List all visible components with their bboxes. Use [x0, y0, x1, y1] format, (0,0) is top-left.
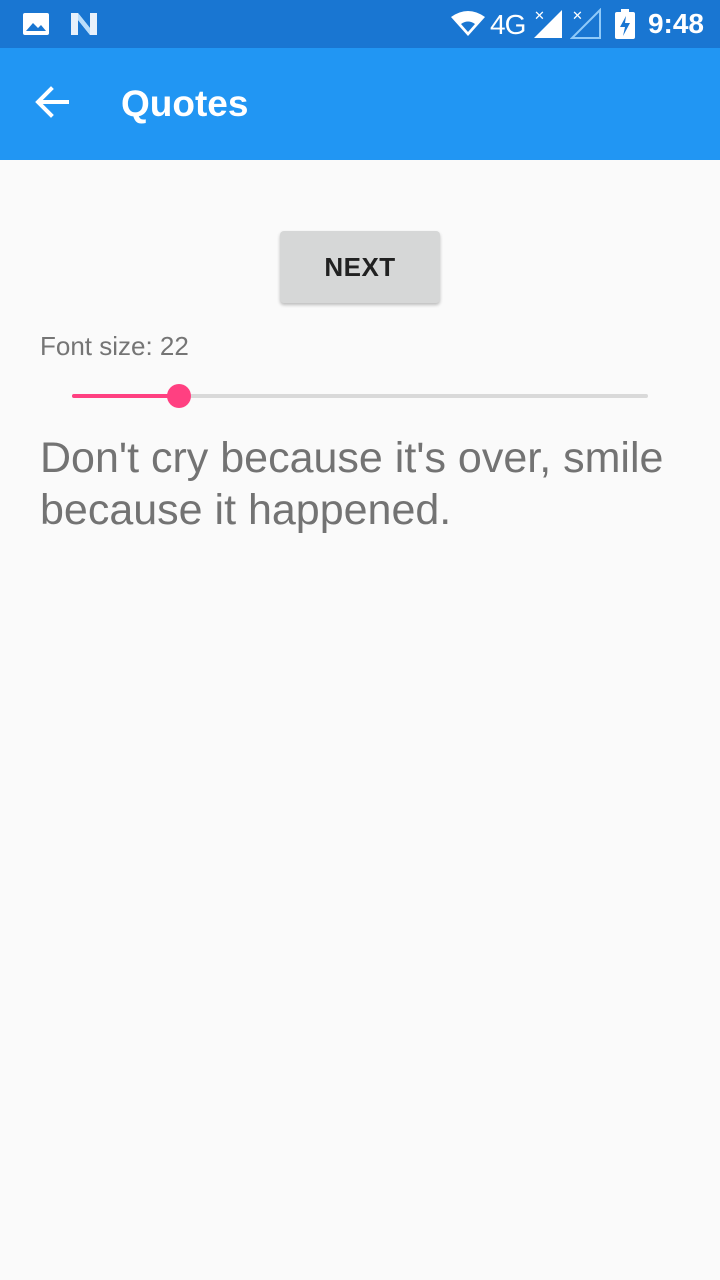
font-size-label: Font size: 22 [40, 331, 189, 361]
n-icon [68, 0, 100, 48]
font-size-slider[interactable] [72, 380, 648, 412]
status-time: 9:48 [647, 8, 704, 39]
slider-fill [72, 394, 179, 398]
app-bar: Quotes [0, 48, 720, 160]
svg-text:✕: ✕ [534, 9, 545, 24]
battery-charging-icon [614, 0, 636, 48]
wifi-icon [450, 0, 486, 48]
signal-icon: ✕ [532, 0, 564, 48]
network-type-label: 4G [490, 9, 526, 40]
next-button[interactable]: NEXT [280, 231, 440, 303]
image-icon [22, 0, 50, 48]
slider-thumb[interactable] [167, 384, 191, 408]
svg-text:✕: ✕ [572, 9, 583, 24]
back-button[interactable] [20, 72, 84, 136]
signal-empty-icon: ✕ [570, 0, 602, 48]
status-bar: 4G ✕ ✕ 9:48 [0, 0, 720, 48]
quote-text: Don't cry because it's over, smile becau… [40, 434, 664, 534]
page-title: Quotes [121, 83, 249, 124]
arrow-back-icon [34, 84, 70, 125]
